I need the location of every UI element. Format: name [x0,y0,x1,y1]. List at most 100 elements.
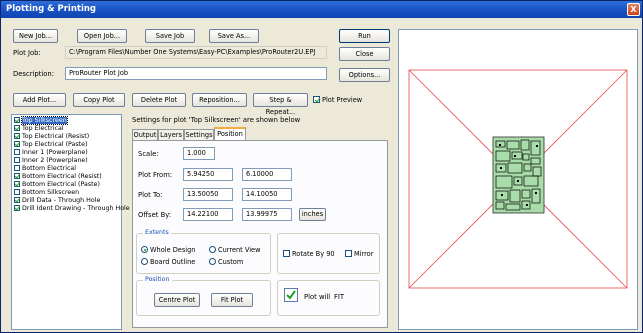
board-outline-radio-icon [141,258,148,265]
board-outline-radio[interactable]: Board Outline [141,258,195,266]
fit-plot-button[interactable]: Fit Plot [211,293,253,307]
reposition-button[interactable]: Reposition... [192,93,247,107]
plot-from-x-input[interactable]: 5.94250 [183,168,233,181]
pcb-board-image [492,136,545,214]
plot-to-label: Plot To: [138,191,163,199]
plot-from-label: Plot From: [138,171,173,179]
plot-preview-pane[interactable] [398,29,638,330]
position-title: Position [143,276,172,283]
plot-layer-list[interactable]: Top Silkscreen Top Electrical Top Electric… [11,114,130,330]
delete-plot-button[interactable]: Delete Plot [132,93,186,107]
layer-checkbox[interactable] [14,173,20,179]
run-button[interactable]: Run [339,29,390,43]
layer-checkbox[interactable] [14,197,20,203]
current-view-label: Current View [218,246,261,254]
layer-name: Top Electrical (Resist) [22,133,90,140]
fit-status-group: Plot will FIT [277,280,380,316]
centre-plot-button[interactable]: Centre Plot [154,293,200,307]
close-button[interactable]: Close [339,47,390,61]
save-as-button[interactable]: Save As... [209,29,259,43]
settings-heading: Settings for plot 'Top Silkscreen' are s… [132,116,301,124]
description-input[interactable]: ProRouter Plot Job [65,67,327,80]
layer-name: Inner 2 (Powerplane) [22,157,88,164]
layer-checkbox[interactable] [14,125,20,131]
layer-name: Top Electrical [22,125,64,132]
tab-position[interactable]: Position [214,127,246,140]
current-view-radio[interactable]: Current View [209,246,261,254]
custom-label: Custom [218,258,244,266]
layer-checkbox[interactable] [14,117,20,123]
tab-output[interactable]: Output [132,129,158,140]
add-plot-button[interactable]: Add Plot... [13,93,66,107]
layer-name: Drill Data - Through Hole [22,197,101,204]
fit-check-icon [284,288,298,302]
plot-will-label: Plot will [304,293,331,301]
layer-list-item[interactable]: Bottom Electrical (Paste) [14,181,100,189]
layer-list-item[interactable]: Top Electrical (Paste) [14,141,87,149]
plot-to-x-input[interactable]: 13.50050 [183,188,233,201]
layer-name: Drill Ident Drawing - Through Hole [22,205,130,212]
close-icon[interactable]: X [627,3,640,16]
layer-checkbox[interactable] [14,165,20,171]
layer-name: Top Electrical (Paste) [22,141,88,148]
plot-preview-check-icon [313,96,320,103]
offset-label: Offset By: [138,211,172,219]
preview-drawing [408,69,628,289]
layer-name: Top Silkscreen [21,116,68,125]
layer-name: Inner 1 (Powerplane) [22,149,88,156]
offset-x-input[interactable]: 14.22100 [183,208,233,221]
extents-group: Extents Whole Design Current View Board … [136,229,271,274]
layer-list-item[interactable]: Top Electrical (Resist) [14,133,89,141]
layer-checkbox[interactable] [14,149,20,155]
scale-label: Scale: [138,150,159,158]
layer-checkbox[interactable] [14,141,20,147]
plot-job-label: Plot Job: [13,49,41,57]
offset-y-input[interactable]: 13.99975 [242,208,292,221]
layer-list-item[interactable]: Drill Data - Through Hole [14,197,100,205]
whole-design-radio[interactable]: Whole Design [141,246,195,254]
layer-checkbox[interactable] [14,181,20,187]
options-button[interactable]: Options... [339,68,390,82]
whole-design-label: Whole Design [150,246,196,254]
layer-name: Bottom Silkscreen [22,189,80,196]
layer-name: Bottom Electrical [22,165,77,172]
save-job-button[interactable]: Save Job [145,29,195,43]
extents-title: Extents [143,229,171,236]
step-repeat-button[interactable]: Step & Repeat... [253,93,308,116]
layer-list-item[interactable]: Bottom Electrical [14,165,76,173]
layer-checkbox[interactable] [14,157,20,163]
plot-to-y-input[interactable]: 14.10050 [242,188,292,201]
title-bar[interactable]: Plotting & Printing X [1,1,642,18]
layer-list-item[interactable]: Top Electrical [14,125,64,133]
plot-preview-label: Plot Preview [322,96,363,104]
layer-list-item[interactable]: Inner 1 (Powerplane) [14,149,88,157]
copy-plot-button[interactable]: Copy Plot [73,93,125,107]
plot-job-path: C:\Program Files\Number One Systems\Easy… [65,46,327,59]
plot-preview-checkbox[interactable]: Plot Preview [313,96,362,104]
layer-list-item[interactable]: Bottom Silkscreen [14,189,79,197]
layer-checkbox[interactable] [14,133,20,139]
plot-settings-panel: Settings for plot 'Top Silkscreen' are s… [127,114,389,330]
tab-settings[interactable]: Settings [184,129,214,140]
plot-from-y-input[interactable]: 6.10000 [242,168,292,181]
rotate-check-icon [283,250,290,257]
position-group: Position Centre Plot Fit Plot [136,276,271,316]
mirror-label: Mirror [354,250,374,258]
open-job-button[interactable]: Open Job... [77,29,127,43]
layer-list-item[interactable]: Top Silkscreen [14,116,68,125]
mirror-check-icon [345,250,352,257]
layer-list-item[interactable]: Bottom Electrical (Resist) [14,173,102,181]
layer-list-item[interactable]: Drill Ident Drawing - Through Hole [14,205,130,213]
layer-list-item[interactable]: Inner 2 (Powerplane) [14,157,88,165]
units-button[interactable]: inches [299,208,326,221]
layer-checkbox[interactable] [14,189,20,195]
custom-radio[interactable]: Custom [209,258,243,266]
scale-input[interactable]: 1.000 [183,147,215,160]
description-label: Description: [13,70,55,78]
mirror-checkbox[interactable]: Mirror [345,250,373,258]
rotate-checkbox[interactable]: Rotate By 90 [283,250,335,258]
layer-checkbox[interactable] [14,205,20,211]
tab-layers[interactable]: Layers [158,129,184,140]
rotate-label: Rotate By 90 [292,250,335,258]
new-job-button[interactable]: New Job... [13,29,58,43]
